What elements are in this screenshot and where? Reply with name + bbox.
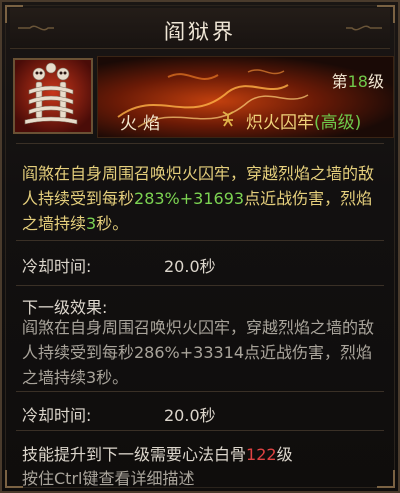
sub-skill-title: 炽火囚牢 bbox=[246, 113, 314, 133]
skill-level: 第18级 bbox=[332, 68, 384, 92]
divider bbox=[16, 143, 384, 144]
divider bbox=[16, 240, 384, 241]
requirement-level: 122 bbox=[246, 445, 277, 464]
sub-skill-name: 炽火囚牢(高级) bbox=[246, 108, 361, 133]
next-level-description: 阎煞在自身周围召唤炽火囚牢，穿越烈焰之墙的敌人持续受到每秒286%+33314点… bbox=[22, 318, 375, 387]
cooldown-label: 冷却时间: bbox=[22, 257, 92, 276]
divider bbox=[16, 430, 384, 431]
divider bbox=[16, 285, 384, 286]
divider bbox=[16, 391, 384, 392]
desc-duration-value: 3 bbox=[86, 214, 97, 233]
flame-rune-icon bbox=[220, 110, 236, 128]
next-cooldown-row: 冷却时间: 20.0秒 bbox=[22, 402, 216, 426]
level-prefix: 第 bbox=[331, 72, 348, 91]
cooldown-value: 20.0秒 bbox=[164, 406, 216, 425]
cooldown-label: 冷却时间: bbox=[22, 406, 92, 425]
corner-ornament bbox=[377, 470, 395, 488]
current-description: 阎煞在自身周围召唤炽火囚牢，穿越烈焰之墙的敌人持续受到每秒283%+31693点… bbox=[22, 161, 388, 236]
level-number: 18 bbox=[347, 72, 368, 91]
level-suffix: 级 bbox=[367, 72, 384, 91]
skeleton-skill-icon bbox=[13, 58, 93, 134]
title-bar: 阎狱界 bbox=[10, 8, 390, 49]
requirement-suffix: 级 bbox=[276, 445, 293, 464]
current-cooldown-row: 冷却时间: 20.0秒 bbox=[22, 253, 216, 277]
sub-skill-grade: (高级) bbox=[314, 113, 362, 133]
requirement-text: 技能提升到下一级需要心法白骨 bbox=[22, 445, 247, 464]
element-type-label: 火焰 bbox=[120, 114, 166, 134]
title-ornament-icon bbox=[346, 25, 382, 31]
skill-tooltip: 阎狱界 火焰 第18级 炽火囚牢(高级) 阎煞在自身周围召唤炽火囚牢，穿越烈焰之… bbox=[0, 0, 400, 493]
desc-text: 秒。 bbox=[96, 214, 129, 233]
cooldown-value: 20.0秒 bbox=[164, 257, 216, 276]
skill-title: 阎狱界 bbox=[164, 20, 236, 44]
desc-damage-value: 283%+31693 bbox=[134, 189, 245, 208]
corner-ornament bbox=[5, 470, 23, 488]
ctrl-hint: 按住Ctrl键查看详细描述 bbox=[22, 469, 195, 488]
upgrade-requirement: 技能提升到下一级需要心法白骨122级 bbox=[22, 441, 293, 465]
